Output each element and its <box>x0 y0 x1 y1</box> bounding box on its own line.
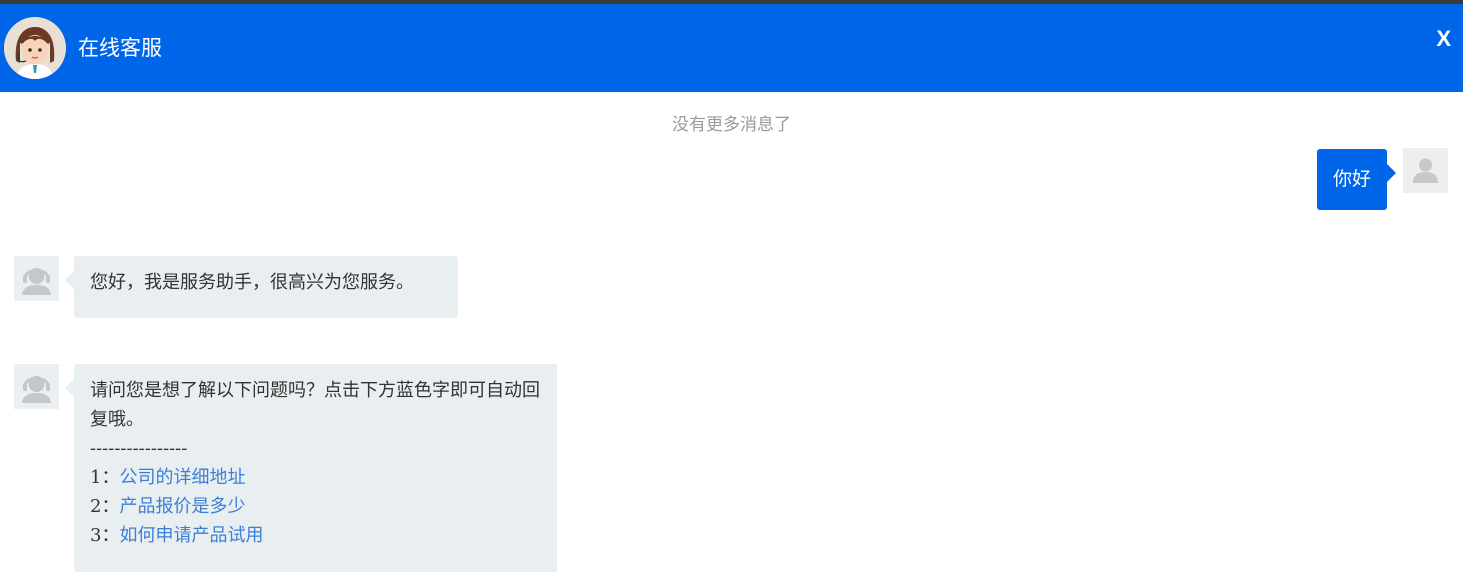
faq-option-row: 2：产品报价是多少 <box>90 492 541 521</box>
close-button[interactable]: X <box>1436 25 1451 53</box>
user-message-text: 你好 <box>1332 168 1371 190</box>
bot-avatar-icon <box>14 256 59 301</box>
faq-option-link-trial[interactable]: 如何申请产品试用 <box>119 525 263 546</box>
faq-option-row: 3：如何申请产品试用 <box>90 521 541 550</box>
faq-option-number: 1： <box>90 467 120 488</box>
faq-option-row: 1：公司的详细地址 <box>90 463 541 492</box>
agent-avatar <box>4 17 66 79</box>
chat-title: 在线客服 <box>78 36 162 60</box>
faq-option-number: 3： <box>90 525 120 546</box>
faq-divider: ---------------- <box>90 438 188 459</box>
no-more-messages-notice: 没有更多消息了 <box>672 115 791 135</box>
faq-option-number: 2： <box>90 496 120 517</box>
user-message-bubble: 你好 <box>1317 149 1396 210</box>
bot-avatar-icon <box>14 364 59 409</box>
user-avatar-icon <box>1403 148 1448 193</box>
faq-option-link-price[interactable]: 产品报价是多少 <box>119 496 245 517</box>
bot-prompt-text: 请问您是想了解以下问题吗？点击下方蓝色字即可自动回复哦。 <box>90 380 540 430</box>
bot-faq-bubble: 请问您是想了解以下问题吗？点击下方蓝色字即可自动回复哦。 -----------… <box>65 364 557 572</box>
faq-option-link-address[interactable]: 公司的详细地址 <box>119 467 245 488</box>
bot-greeting-bubble: 您好，我是服务助手，很高兴为您服务。 <box>65 256 458 318</box>
bot-greeting-text: 您好，我是服务助手，很高兴为您服务。 <box>90 272 414 293</box>
chat-header: 在线客服 X <box>0 4 1463 92</box>
